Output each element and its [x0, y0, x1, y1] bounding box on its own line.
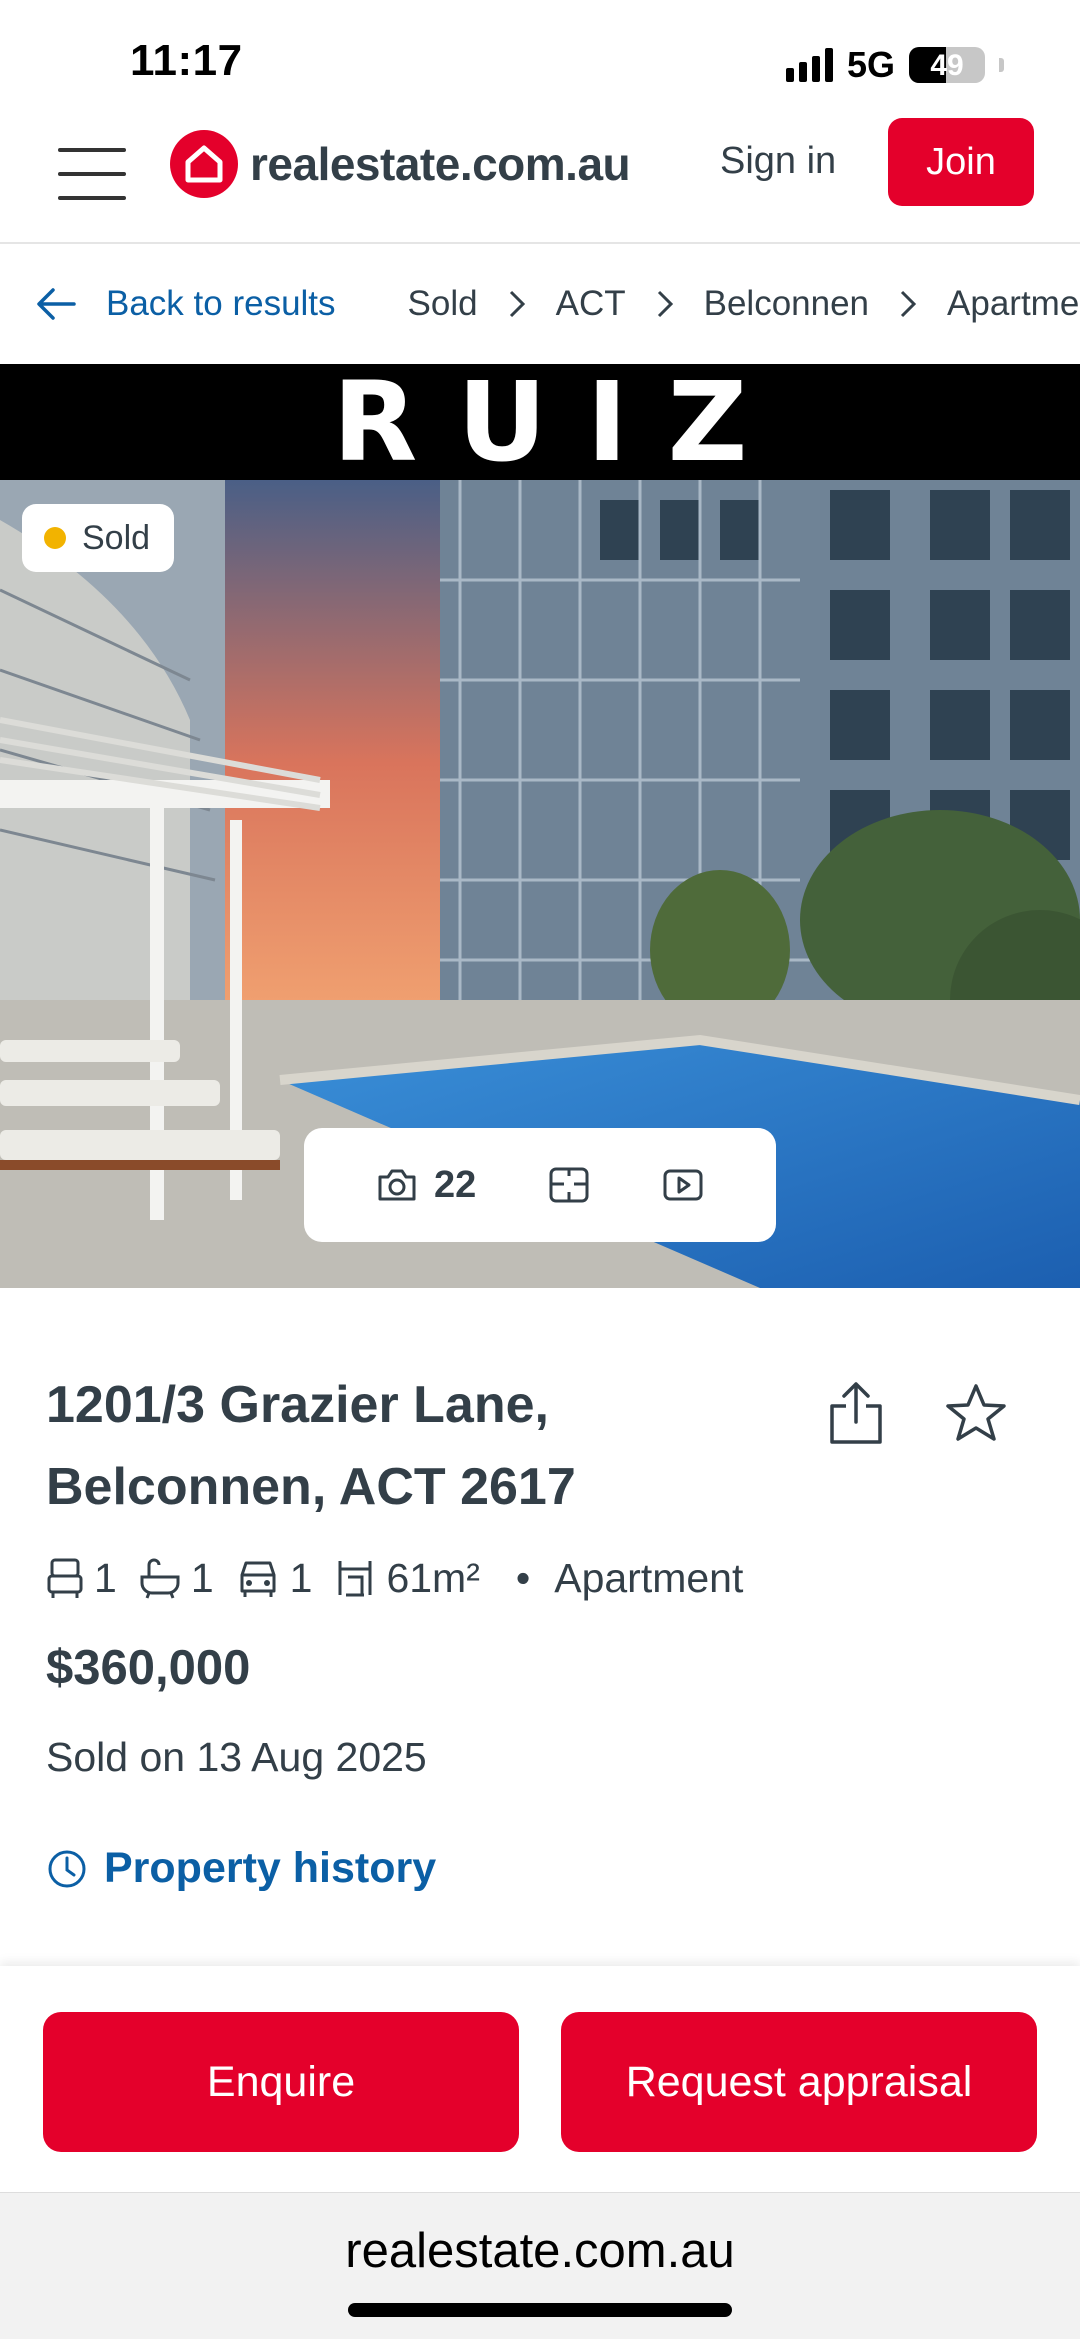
- arrow-left-icon: [37, 288, 76, 320]
- agency-logo: RUIZ: [332, 358, 788, 486]
- sold-price: $360,000: [46, 1641, 251, 1695]
- chevron-right-icon: [657, 290, 673, 318]
- breadcrumb: Back to results Sold ACT Belconnen Apart…: [0, 246, 1080, 362]
- address-line-2: Belconnen, ACT 2617: [46, 1458, 576, 1516]
- property-history-link[interactable]: Property history: [46, 1844, 436, 1893]
- back-label: Back to results: [106, 284, 336, 323]
- crumb-sold[interactable]: Sold: [408, 284, 478, 324]
- video-button[interactable]: [662, 1167, 704, 1203]
- status-badge-label: Sold: [82, 518, 151, 557]
- bedrooms: 1: [46, 1555, 117, 1602]
- address-line-1: 1201/3 Grazier Lane,: [46, 1376, 549, 1434]
- camera-icon: [378, 1169, 416, 1201]
- property-type: Apartment: [554, 1554, 744, 1601]
- chevron-right-icon: [900, 290, 917, 318]
- bath-icon: [140, 1558, 180, 1599]
- land-size: 61m²: [334, 1554, 480, 1602]
- bathrooms: 1: [139, 1555, 214, 1602]
- car-icon: [240, 1561, 276, 1597]
- bathroom-count: 1: [190, 1554, 214, 1601]
- chevron-right-icon: [509, 290, 525, 318]
- site-logo[interactable]: realestate.com.au: [170, 130, 631, 198]
- sold-date: Sold on 13 Aug 2025: [46, 1734, 427, 1780]
- action-bar: Enquire Request appraisal: [0, 1966, 1080, 2192]
- sign-in-link[interactable]: Sign in: [720, 140, 836, 183]
- battery-percent: 49: [930, 49, 964, 82]
- land-size-value: 61m²: [386, 1554, 480, 1601]
- floorplan-button[interactable]: [548, 1166, 590, 1204]
- photos-button[interactable]: 22: [376, 1164, 476, 1207]
- bedroom-count: 1: [94, 1554, 117, 1601]
- site-header: realestate.com.au Sign in Join: [0, 118, 1080, 244]
- hero-photo[interactable]: Sold 22: [0, 480, 1080, 1288]
- network-label: 5G: [846, 44, 895, 85]
- browser-address-bar: realestate.com.au: [0, 2192, 1080, 2339]
- separator-dot: •: [515, 1554, 531, 1601]
- battery-icon: 49: [909, 47, 985, 83]
- parking-count: 1: [289, 1554, 313, 1601]
- status-time: 11:17: [130, 36, 243, 85]
- bed-icon: [47, 1558, 83, 1598]
- media-bar: 22: [304, 1128, 776, 1242]
- property-features: 1 1 1 61m² • Apartment: [46, 1548, 743, 1608]
- menu-icon[interactable]: [58, 144, 126, 204]
- sold-dot-icon: [44, 527, 66, 549]
- photo-count: 22: [433, 1163, 477, 1206]
- join-button[interactable]: Join: [888, 118, 1034, 206]
- request-appraisal-button[interactable]: Request appraisal: [561, 2012, 1037, 2152]
- browser-url[interactable]: realestate.com.au: [0, 2223, 1080, 2279]
- crumb-apartment[interactable]: Apartment: [947, 284, 1080, 324]
- property-address: 1201/3 Grazier Lane, Belconnen, ACT 2617: [46, 1364, 806, 1528]
- signal-icon: [785, 48, 833, 82]
- status-indicators: 5G 49: [785, 44, 1004, 86]
- home-indicator[interactable]: [348, 2303, 732, 2317]
- floor-area-icon: [338, 1561, 372, 1597]
- enquire-button[interactable]: Enquire: [43, 2012, 519, 2152]
- play-video-icon: [663, 1169, 703, 1201]
- status-badge: Sold: [22, 504, 175, 572]
- crumb-act[interactable]: ACT: [556, 284, 626, 324]
- status-bar: 11:17 5G 49: [0, 0, 1080, 120]
- crumb-belconnen[interactable]: Belconnen: [704, 284, 869, 324]
- breadcrumb-trail: Sold ACT Belconnen Apartment: [408, 284, 1080, 324]
- share-icon[interactable]: [826, 1380, 886, 1451]
- agency-banner: RUIZ: [0, 358, 1080, 486]
- parking: 1: [236, 1554, 313, 1602]
- house-logo-icon: [170, 130, 238, 198]
- star-favourite-icon[interactable]: [944, 1382, 1008, 1449]
- back-to-results-link[interactable]: Back to results: [36, 284, 336, 324]
- logo-text: realestate.com.au: [250, 138, 631, 190]
- property-history-label: Property history: [104, 1844, 437, 1892]
- floorplan-icon: [549, 1167, 589, 1203]
- clock-icon: [48, 1850, 86, 1887]
